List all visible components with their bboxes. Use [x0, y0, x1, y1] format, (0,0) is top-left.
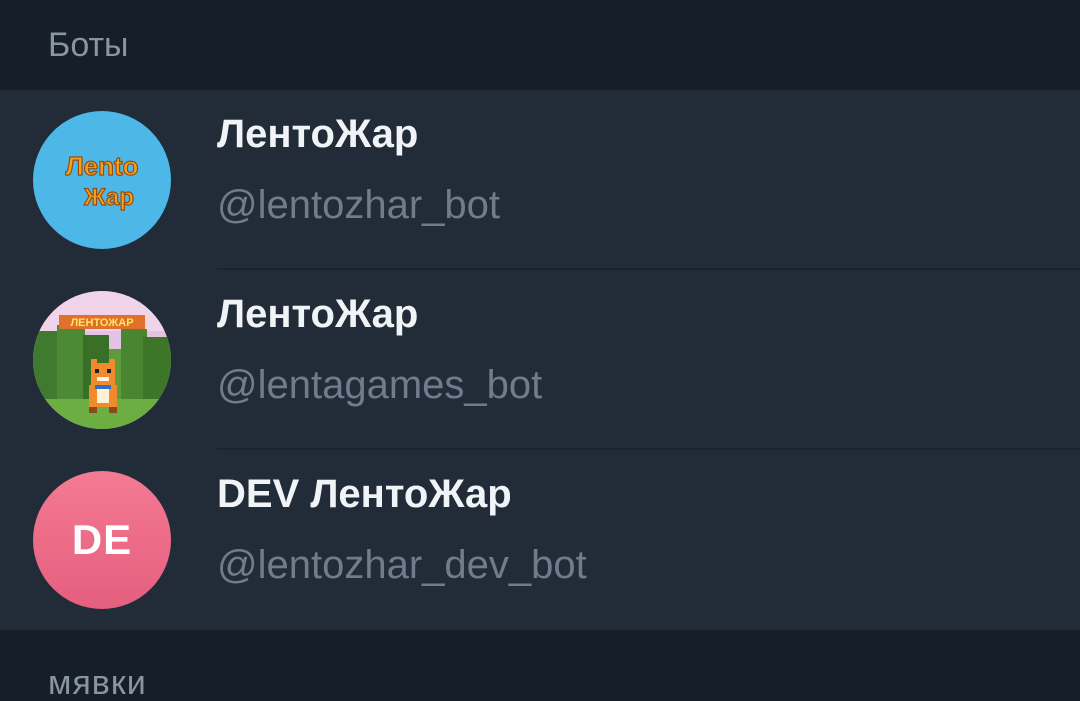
- bot-name: ЛентоЖар: [217, 292, 419, 336]
- bot-name: ЛентоЖар: [217, 112, 419, 156]
- bot-username: @lentozhar_bot: [217, 183, 501, 227]
- section-title: Боты: [48, 25, 129, 64]
- bot-avatar: ЛЕНТОЖАР: [33, 291, 171, 429]
- bot-list-item[interactable]: ЛЕНТОЖАР ЛентоЖар @lentagames_bot: [0, 270, 1080, 450]
- bot-name: DEV ЛентоЖар: [217, 472, 512, 516]
- bot-username: @lentozhar_dev_bot: [217, 543, 587, 587]
- bot-avatar: Лento Жар: [33, 111, 171, 249]
- section-header-next: мявки: [0, 630, 1080, 701]
- avatar-initials: DE: [71, 516, 133, 563]
- avatar-caption: ЛЕНТОЖАР: [70, 317, 133, 329]
- bot-username: @lentagames_bot: [217, 363, 543, 407]
- lentozhar-logo-icon: Лento Жар: [33, 111, 171, 249]
- bot-avatar: DE: [33, 471, 171, 609]
- section-header-bots: Боты: [0, 0, 1080, 90]
- bot-list: Лento Жар ЛентоЖар @lentozhar_bot ЛЕНТОЖ…: [0, 90, 1080, 630]
- section-title: мявки: [48, 664, 147, 701]
- logo-line1: Лento: [65, 151, 138, 181]
- pixel-art-fox-icon: ЛЕНТОЖАР: [33, 291, 171, 429]
- bot-list-item[interactable]: DE DEV ЛентоЖар @lentozhar_dev_bot: [0, 450, 1080, 630]
- bot-list-item[interactable]: Лento Жар ЛентоЖар @lentozhar_bot: [0, 90, 1080, 270]
- logo-line2: Жар: [83, 184, 134, 211]
